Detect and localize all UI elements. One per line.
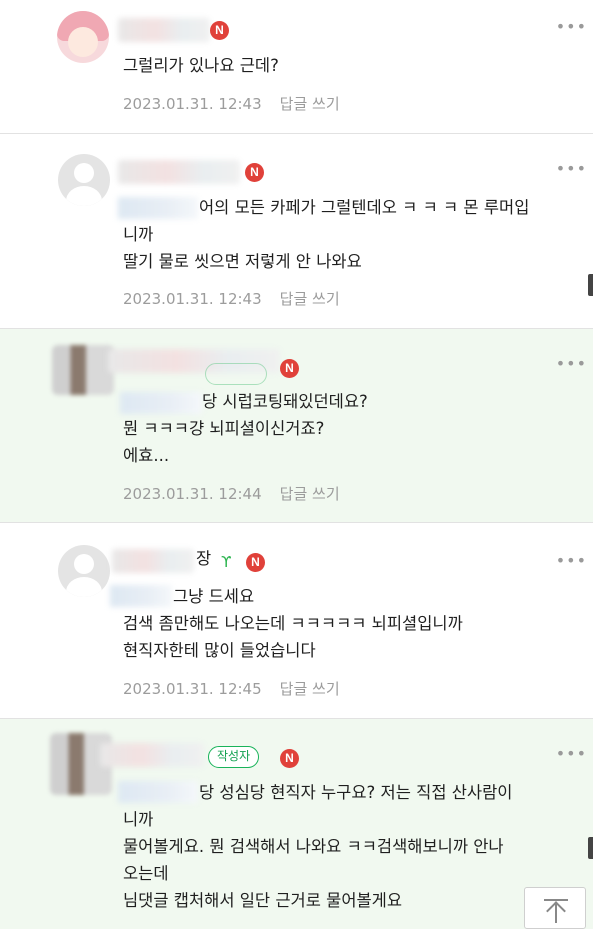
avatar[interactable] bbox=[52, 345, 114, 395]
comment-item: 장 ϒ N ••• 그냥 드세요 검색 좀만해도 나오는데 ㅋㅋㅋㅋㅋ 뇌피셜입… bbox=[0, 523, 593, 718]
nickname-redacted[interactable] bbox=[112, 549, 194, 573]
new-badge: N bbox=[280, 359, 299, 378]
nickname-redacted[interactable] bbox=[118, 18, 210, 42]
comment-item: 작성자 N ••• 당 성심당 현직자 누구요? 저는 직접 산사람이 니까 물… bbox=[0, 719, 593, 929]
comment-meta: 2023.01.31. 12:44 답글 쓰기 bbox=[123, 483, 340, 504]
comment-text: 당 시럽코팅돼있던데요? 뭔 ㅋㅋㅋ걍 뇌피셜이신거죠? 에효... bbox=[123, 392, 368, 465]
comment-item: N ••• 그럴리가 있나요 근데? 2023.01.31. 12:43 답글 쓰… bbox=[0, 0, 593, 133]
reply-link[interactable]: 답글 쓰기 bbox=[280, 485, 340, 503]
comment-date: 2023.01.31. 12:43 bbox=[123, 95, 262, 113]
reply-link[interactable]: 답글 쓰기 bbox=[280, 290, 340, 308]
scroll-top-button[interactable] bbox=[524, 887, 586, 929]
edge-tab bbox=[588, 837, 593, 859]
comment-item: N ••• 당 시럽코팅돼있던데요? 뭔 ㅋㅋㅋ걍 뇌피셜이신거죠? 에효...… bbox=[0, 329, 593, 522]
comment-meta: 2023.01.31. 12:45 답글 쓰기 bbox=[123, 678, 340, 699]
comment-text: 그냥 드세요 검색 좀만해도 나오는데 ㅋㅋㅋㅋㅋ 뇌피셜입니까 현직자한테 많… bbox=[123, 587, 463, 660]
author-badge: 작성자 bbox=[208, 746, 260, 768]
comment-date: 2023.01.31. 12:43 bbox=[123, 290, 262, 308]
comment-meta: 2023.01.31. 12:43 답글 쓰기 bbox=[123, 288, 340, 309]
comment-text: 그럴리가 있나요 근데? bbox=[123, 56, 279, 75]
more-icon[interactable]: ••• bbox=[556, 553, 587, 569]
reply-link[interactable]: 답글 쓰기 bbox=[280, 680, 340, 698]
comment-item: N ••• 어의 모든 카페가 그럴텐데오 ㅋ ㅋ ㅋ 몬 루머입 니까 딸기 … bbox=[0, 134, 593, 328]
more-icon[interactable]: ••• bbox=[556, 746, 587, 762]
reply-link[interactable]: 답글 쓰기 bbox=[280, 95, 340, 113]
more-icon[interactable]: ••• bbox=[556, 161, 587, 177]
comment-date: 2023.01.31. 12:45 bbox=[123, 680, 262, 698]
nickname-redacted[interactable] bbox=[118, 160, 240, 184]
avatar[interactable] bbox=[58, 545, 110, 597]
comment-date: 2023.01.31. 12:44 bbox=[123, 485, 262, 503]
nickname-fragment: 장 bbox=[196, 549, 212, 568]
new-badge: N bbox=[280, 749, 299, 768]
new-badge: N bbox=[245, 163, 264, 182]
new-badge: N bbox=[246, 553, 265, 572]
new-badge: N bbox=[210, 21, 229, 40]
comment-text: 어의 모든 카페가 그럴텐데오 ㅋ ㅋ ㅋ 몬 루머입 니까 딸기 물로 씻으면… bbox=[123, 198, 530, 271]
more-icon[interactable]: ••• bbox=[556, 356, 587, 372]
avatar[interactable] bbox=[58, 154, 110, 206]
comment-meta: 2023.01.31. 12:43 답글 쓰기 bbox=[123, 93, 340, 114]
edge-tab bbox=[588, 274, 593, 296]
more-icon[interactable]: ••• bbox=[556, 19, 587, 35]
nickname-redacted[interactable] bbox=[100, 743, 204, 767]
comment-text: 당 성심당 현직자 누구요? 저는 직접 산사람이 니까 물어볼게요. 뭔 검색… bbox=[123, 783, 513, 910]
badge-redacted bbox=[205, 363, 267, 385]
sprout-icon: ϒ bbox=[221, 553, 232, 571]
avatar[interactable] bbox=[57, 11, 109, 63]
